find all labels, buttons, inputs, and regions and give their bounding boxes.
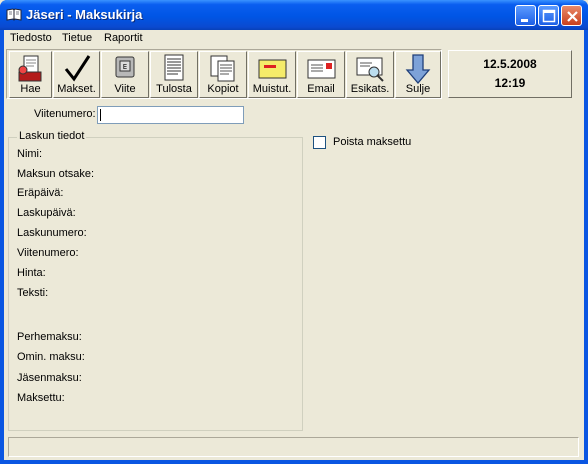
print-preview-icon [356,57,384,82]
client-area: Tiedosto Tietue Raportit Hae Makset. E V… [4,30,584,460]
tulosta-label: Tulosta [156,83,192,95]
menu-raportit[interactable]: Raportit [104,32,143,44]
svg-text:E: E [123,63,127,71]
checkmark-icon [64,55,90,82]
maximize-icon [542,9,556,23]
printer-document-icon [164,54,184,81]
close-icon [567,11,578,22]
field-invoice-date-label: Laskupäivä: [17,207,76,219]
search-document-icon [18,55,41,82]
esikats-label: Esikats. [350,83,390,95]
reminder-note-icon [258,59,287,79]
email-label: Email [307,83,335,95]
invoice-details-group: Laskun tiedot Nimi: Maksun otsake: Eräpä… [8,130,303,431]
viite-button[interactable]: E Viite [101,51,149,98]
application-window: Jäseri - Maksukirja Tiedosto Tietue Rapo… [0,0,588,464]
kopiot-label: Kopiot [207,83,239,95]
field-membership-fee-label: Jäsenmaksu: [17,372,82,384]
field-payment-title-label: Maksun otsake: [17,168,95,180]
field-price-label: Hinta: [17,267,46,279]
maximize-button[interactable] [538,5,559,26]
window-title: Jäseri - Maksukirja [26,7,143,22]
current-time: 12:19 [494,76,526,90]
status-bar [8,437,579,457]
text-caret [100,109,101,121]
sulje-button[interactable]: Sulje [395,51,441,98]
menu-tietue[interactable]: Tietue [62,32,92,44]
copies-icon [210,55,235,82]
email-button[interactable]: Email [297,51,345,98]
menu-bar: Tiedosto Tietue Raportit [4,30,584,48]
remove-paid-checkbox[interactable] [313,136,326,149]
minimize-icon [521,19,528,22]
field-text-label: Teksti: [17,287,49,299]
tulosta-button[interactable]: Tulosta [150,51,198,98]
remove-paid-label[interactable]: Poista maksettu [333,136,411,148]
hae-label: Hae [20,83,41,95]
exit-arrow-icon [405,54,431,84]
viite-label: Viite [114,83,136,95]
hae-button[interactable]: Hae [9,51,52,98]
kopiot-button[interactable]: Kopiot [199,51,247,98]
esikats-button[interactable]: Esikats. [346,51,394,98]
field-paid-label: Maksettu: [17,392,65,404]
close-button[interactable] [561,5,582,26]
field-reference-number-label: Viitenumero: [17,247,79,259]
reference-icon: E [115,56,135,78]
book-icon [6,8,22,21]
current-date: 12.5.2008 [483,57,537,71]
toolbar: Hae Makset. E Viite Tulosta Kopiot Muist… [6,49,442,99]
field-due-date-label: Eräpäivä: [17,187,64,199]
menu-tiedosto[interactable]: Tiedosto [10,32,52,44]
makset-label: Makset. [57,83,96,95]
title-bar[interactable]: Jäseri - Maksukirja [0,0,588,30]
muistut-button[interactable]: Muistut. [248,51,296,98]
makset-button[interactable]: Makset. [53,51,100,98]
field-name-label: Nimi: [17,148,43,160]
email-envelope-icon [307,59,336,79]
muistut-label: Muistut. [252,83,292,95]
reference-number-input[interactable] [97,106,244,124]
invoice-details-legend: Laskun tiedot [17,130,87,142]
field-invoice-number-label: Laskunumero: [17,227,87,239]
sulje-label: Sulje [405,83,431,95]
minimize-button[interactable] [515,5,536,26]
reference-label: Viitenumero: [34,108,96,120]
datetime-panel: 12.5.2008 12:19 [448,50,572,98]
field-own-fee-label: Omin. maksu: [17,351,85,363]
field-family-fee-label: Perhemaksu: [17,331,82,343]
